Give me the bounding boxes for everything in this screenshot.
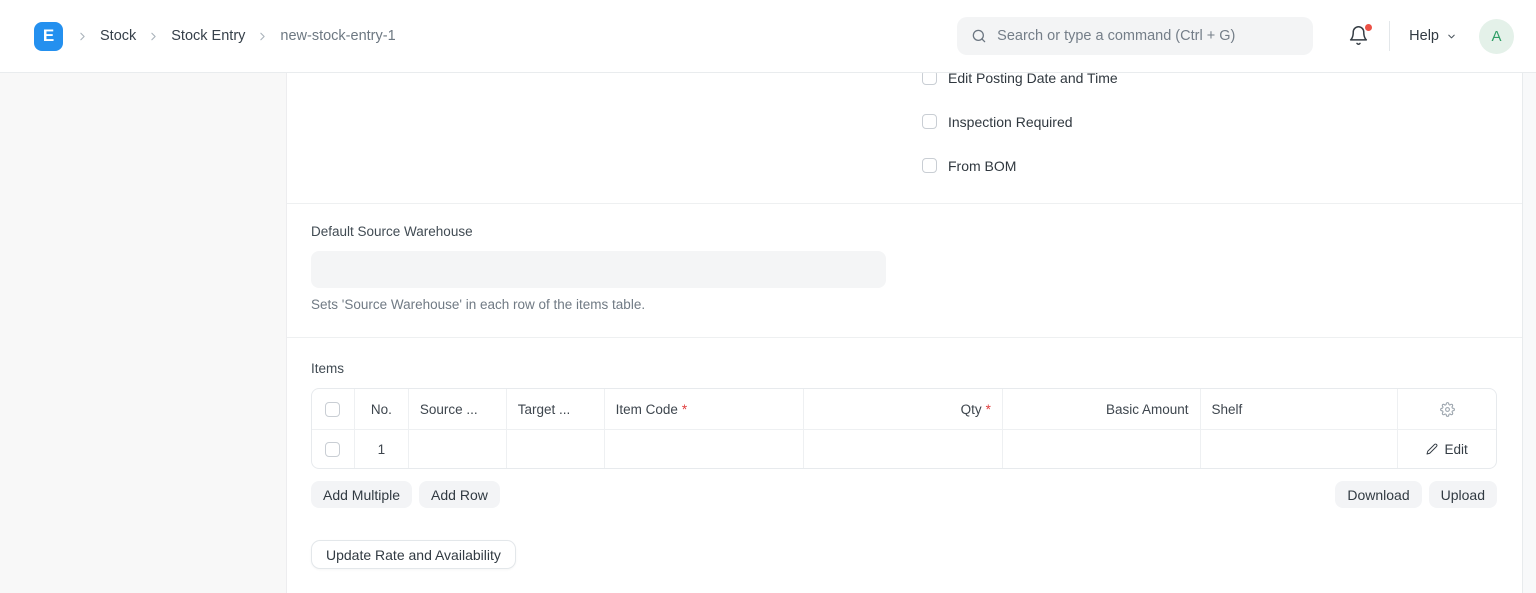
update-rate-and-availability-button[interactable]: Update Rate and Availability xyxy=(311,540,516,569)
section-divider xyxy=(287,337,1522,338)
sidebar xyxy=(0,73,287,593)
grid-cell-basic-amount[interactable] xyxy=(1003,430,1201,468)
breadcrumb-separator-icon xyxy=(256,30,269,43)
edit-row-label: Edit xyxy=(1444,442,1467,457)
grid-settings-cell xyxy=(1398,389,1496,429)
items-grid: No. Source ... Target ... Item Code * Qty * Bas… xyxy=(311,388,1497,469)
notification-dot xyxy=(1365,24,1372,31)
grid-cell-shelf[interactable] xyxy=(1201,430,1399,468)
add-row-button[interactable]: Add Row xyxy=(419,481,500,508)
column-header-item-code: Item Code * xyxy=(605,389,805,429)
column-header-basic-amount: Basic Amount xyxy=(1003,389,1201,429)
items-grid-row: 1 Edit xyxy=(312,430,1496,468)
add-multiple-button[interactable]: Add Multiple xyxy=(311,481,412,508)
section-divider xyxy=(287,203,1522,204)
search-icon xyxy=(971,28,987,44)
checkbox-field-inspection-required[interactable]: Inspection Required xyxy=(922,113,1118,130)
checkbox-group: Edit Posting Date and TimeInspection Req… xyxy=(922,69,1118,174)
notifications-button[interactable] xyxy=(1348,25,1370,47)
navbar-divider xyxy=(1389,21,1390,51)
default-source-warehouse-help: Sets 'Source Warehouse' in each row of t… xyxy=(311,297,645,312)
column-header-label: Item Code xyxy=(616,402,678,417)
navbar: E Stock Stock Entry new-stock-entry-1 Help… xyxy=(0,0,1536,73)
column-header-label: Shelf xyxy=(1212,402,1243,417)
grid-cell-target[interactable] xyxy=(507,430,605,468)
scrollbar-gutter[interactable] xyxy=(1522,73,1536,593)
breadcrumb-separator-icon xyxy=(147,30,160,43)
column-header-label: Target ... xyxy=(518,402,571,417)
upload-button[interactable]: Upload xyxy=(1429,481,1497,508)
from-bom-checkbox[interactable] xyxy=(922,158,937,173)
main-content: Edit Posting Date and TimeInspection Req… xyxy=(287,0,1522,593)
download-button[interactable]: Download xyxy=(1335,481,1421,508)
erpnext-logo[interactable]: E xyxy=(34,22,63,51)
search-input[interactable] xyxy=(997,28,1299,44)
row-select-cell xyxy=(312,430,355,468)
grid-footer-buttons-right: Download Upload xyxy=(1335,481,1497,508)
checkbox-label: From BOM xyxy=(948,158,1016,174)
global-search[interactable] xyxy=(957,17,1313,55)
chevron-down-icon xyxy=(1446,31,1457,42)
column-header-label: Basic Amount xyxy=(1106,402,1189,417)
avatar[interactable]: A xyxy=(1479,19,1514,54)
column-header-source: Source ... xyxy=(409,389,507,429)
breadcrumb-item-new-stock-entry-1: new-stock-entry-1 xyxy=(280,28,395,44)
breadcrumb-item-stock-entry[interactable]: Stock Entry xyxy=(171,28,245,44)
navbar-right: Help A xyxy=(957,17,1514,55)
grid-cell-qty[interactable] xyxy=(804,430,1003,468)
grid-cell-no[interactable]: 1 xyxy=(355,430,409,468)
breadcrumb-item-stock[interactable]: Stock xyxy=(100,28,136,44)
checkbox-field-from-bom[interactable]: From BOM xyxy=(922,157,1118,174)
column-header-qty: Qty * xyxy=(804,389,1003,429)
default-source-warehouse-input[interactable] xyxy=(311,251,886,288)
select-all-checkbox[interactable] xyxy=(325,402,340,417)
breadcrumb-separator-icon xyxy=(76,30,89,43)
grid-cell-source[interactable] xyxy=(409,430,507,468)
grid-select-all-cell xyxy=(312,389,355,429)
grid-cell-item-code[interactable] xyxy=(605,430,805,468)
grid-footer-buttons-left: Add Multiple Add Row xyxy=(311,481,500,508)
row-action-cell: Edit xyxy=(1398,430,1496,468)
inspection-required-checkbox[interactable] xyxy=(922,114,937,129)
column-header-label: Source ... xyxy=(420,402,478,417)
required-asterisk: * xyxy=(682,402,687,417)
column-header-label: Qty xyxy=(961,402,982,417)
required-asterisk: * xyxy=(986,402,991,417)
edit-row-button[interactable]: Edit xyxy=(1426,442,1467,457)
column-header-target: Target ... xyxy=(507,389,605,429)
items-section-label: Items xyxy=(311,361,344,376)
column-header-no: No. xyxy=(355,389,409,429)
checkbox-label: Inspection Required xyxy=(948,114,1073,130)
help-label: Help xyxy=(1409,28,1439,44)
items-grid-header: No. Source ... Target ... Item Code * Qty * Bas… xyxy=(312,389,1496,430)
breadcrumb: Stock Stock Entry new-stock-entry-1 xyxy=(76,28,396,44)
help-menu[interactable]: Help xyxy=(1409,28,1457,44)
grid-settings-gear-icon[interactable] xyxy=(1440,402,1455,417)
row-checkbox[interactable] xyxy=(325,442,340,457)
default-source-warehouse-label: Default Source Warehouse xyxy=(311,224,473,239)
pencil-icon xyxy=(1426,443,1438,455)
column-header-shelf: Shelf xyxy=(1201,389,1399,429)
column-header-label: No. xyxy=(371,402,392,417)
